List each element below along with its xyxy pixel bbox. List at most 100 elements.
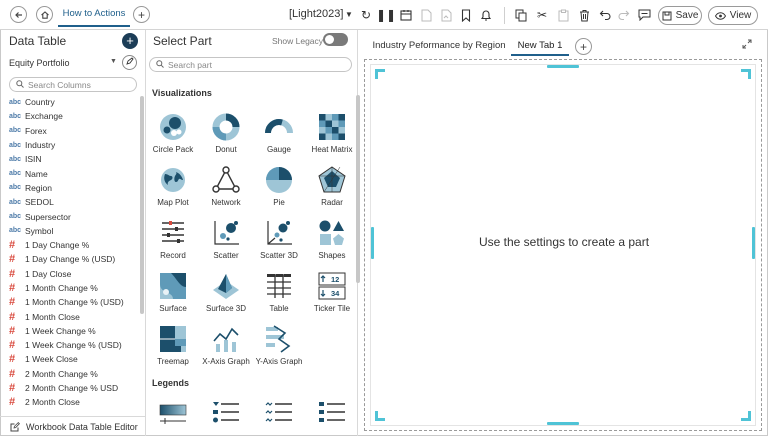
column-list-scrollbar[interactable]	[140, 96, 144, 314]
canvas-edge-guide	[547, 65, 579, 68]
text-type-icon: abc	[9, 213, 22, 221]
scissors-icon[interactable]: ✂	[535, 7, 549, 23]
text-type-icon: abc	[9, 198, 22, 206]
part-circle-pack[interactable]: Circle Pack	[146, 109, 200, 161]
numeric-type-icon: #	[9, 339, 16, 352]
legend-gradient[interactable]	[146, 397, 200, 427]
network-icon	[212, 166, 240, 193]
column-name: Name	[25, 168, 48, 179]
save-button[interactable]: Save	[658, 6, 702, 25]
column-item[interactable]: abc Region	[0, 181, 140, 195]
canvas-corner-guide	[375, 411, 385, 421]
legend-shapes[interactable]	[199, 397, 253, 427]
part-table[interactable]: Table	[252, 268, 306, 320]
tab-industry-performance[interactable]: Industry Peformance by Region	[370, 36, 508, 56]
bell-icon[interactable]	[479, 7, 493, 23]
home-icon[interactable]	[36, 6, 53, 23]
tab-new-tab-1[interactable]: New Tab 1	[511, 36, 569, 56]
column-item[interactable]: #1 Month Change % (USD)	[0, 295, 140, 309]
text-type-icon: abc	[9, 127, 22, 135]
part-treemap[interactable]: Treemap	[146, 321, 200, 373]
part-gauge[interactable]: Gauge	[252, 109, 306, 161]
expand-icon[interactable]	[742, 39, 752, 52]
column-item[interactable]: #1 Day Change % (USD)	[0, 252, 140, 266]
part-scatter[interactable]: Scatter	[199, 215, 253, 267]
gradient-legend-icon	[159, 404, 187, 424]
data-source-select[interactable]: Equity Portfolio	[9, 58, 70, 68]
trash-icon[interactable]	[577, 7, 591, 23]
column-name: 1 Day Change % (USD)	[25, 254, 116, 265]
legend-blocks[interactable]	[305, 397, 359, 427]
column-item[interactable]: #1 Day Close	[0, 267, 140, 281]
part-label: Scatter	[213, 251, 239, 260]
part-ticker-tile[interactable]: 12 34 Ticker Tile	[305, 268, 359, 320]
part-map-plot[interactable]: Map Plot	[146, 162, 200, 214]
part-x-axis-graph[interactable]: X-Axis Graph	[199, 321, 253, 373]
arrow-left-icon[interactable]	[10, 6, 27, 23]
search-columns-input[interactable]	[28, 79, 136, 90]
column-item[interactable]: abc Name	[0, 166, 140, 180]
column-item[interactable]: abc Exchange	[0, 109, 140, 123]
column-item[interactable]: #2 Month Change %	[0, 367, 140, 381]
search-part-field[interactable]	[149, 57, 352, 72]
part-scatter-3d[interactable]: Scatter 3D	[252, 215, 306, 267]
part-surface-3d[interactable]: Surface 3D	[199, 268, 253, 320]
column-item[interactable]: abc Industry	[0, 138, 140, 152]
workbook-data-table-editor-link[interactable]: Workbook Data Table Editor	[0, 416, 146, 436]
numeric-type-icon: #	[9, 324, 16, 337]
view-button[interactable]: View	[708, 6, 758, 25]
column-item[interactable]: abc Country	[0, 95, 140, 109]
part-y-axis-graph[interactable]: Y-Axis Graph	[252, 321, 306, 373]
search-part-input[interactable]	[168, 59, 351, 70]
column-item[interactable]: #2 Month Change % USD	[0, 381, 140, 395]
part-heat-matrix[interactable]: Heat Matrix	[305, 109, 359, 161]
tab-how-to-actions[interactable]: How to Actions	[58, 3, 130, 27]
pause-icon[interactable]: ❚❚	[376, 7, 396, 23]
search-columns-field[interactable]	[9, 77, 137, 92]
numeric-type-icon: #	[9, 367, 16, 380]
column-item[interactable]: abc SEDOL	[0, 195, 140, 209]
column-item[interactable]: #1 Week Change %	[0, 324, 140, 338]
column-item[interactable]: abc ISIN	[0, 152, 140, 166]
column-name: 1 Month Change % (USD)	[25, 297, 124, 308]
part-label: Scatter 3D	[260, 251, 298, 260]
column-item[interactable]: #1 Month Change %	[0, 281, 140, 295]
part-shapes[interactable]: Shapes	[305, 215, 359, 267]
y-axis-graph-icon	[266, 325, 291, 353]
record-icon	[162, 221, 184, 243]
part-donut[interactable]: Donut	[199, 109, 253, 161]
undo-icon[interactable]	[598, 7, 612, 23]
part-record[interactable]: Record	[146, 215, 200, 267]
part-network[interactable]: Network	[199, 162, 253, 214]
part-canvas[interactable]: Use the settings to create a part	[370, 64, 756, 426]
bookmark-icon[interactable]	[459, 7, 473, 23]
chevron-down-icon[interactable]: ▼	[110, 58, 117, 65]
column-item[interactable]: #1 Week Close	[0, 352, 140, 366]
plus-icon[interactable]: +	[133, 6, 150, 23]
donut-icon	[212, 113, 240, 141]
column-item[interactable]: #2 Month Close	[0, 395, 140, 409]
copy-icon[interactable]	[514, 7, 528, 23]
column-item[interactable]: #1 Day Change %	[0, 238, 140, 252]
column-item[interactable]: #1 Month Close	[0, 309, 140, 323]
column-item[interactable]: abc Supersector	[0, 209, 140, 223]
add-data-table-button[interactable]: +	[122, 33, 138, 49]
column-item[interactable]: abc Symbol	[0, 224, 140, 238]
show-legacy-toggle[interactable]	[323, 33, 348, 46]
column-item[interactable]: #1 Week Change % (USD)	[0, 338, 140, 352]
part-surface[interactable]: Surface	[146, 268, 200, 320]
chevron-down-icon[interactable]: ▼	[342, 7, 356, 23]
part-radar[interactable]: Radar	[305, 162, 359, 214]
refresh-icon[interactable]: ↻	[359, 7, 373, 23]
plus-icon[interactable]: +	[575, 38, 592, 55]
column-item[interactable]: abc Forex	[0, 124, 140, 138]
ticker-down-value: 34	[331, 289, 340, 298]
edit-data-table-button[interactable]	[122, 55, 137, 70]
column-name: 1 Day Close	[25, 268, 72, 279]
legend-lines[interactable]	[252, 397, 306, 427]
comment-icon[interactable]	[637, 7, 651, 23]
part-label: Circle Pack	[152, 145, 194, 154]
view-label: View	[729, 10, 752, 21]
part-pie[interactable]: Pie	[252, 162, 306, 214]
calendar-icon[interactable]	[399, 7, 413, 23]
